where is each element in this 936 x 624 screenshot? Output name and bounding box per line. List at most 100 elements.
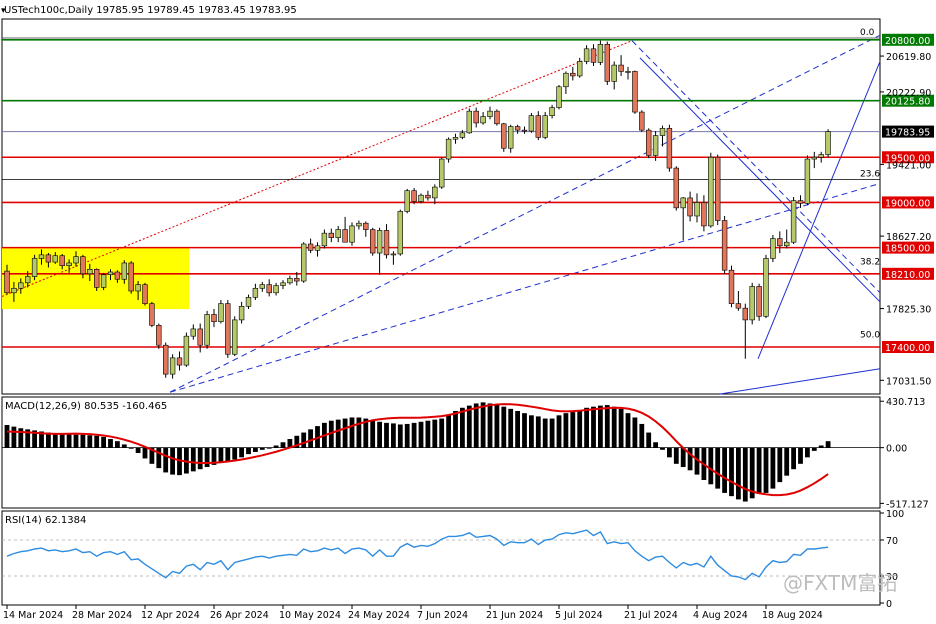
macd-bar [115, 441, 120, 448]
candle-body [11, 287, 17, 294]
macd-bar [549, 418, 555, 448]
macd-pane-frame [1, 396, 881, 509]
price-pane[interactable]: 0.023.638.250.0 20800.0020125.8019500.00… [1, 5, 934, 395]
macd-bar [708, 447, 714, 485]
candle-body [245, 297, 252, 307]
price-tick-label: 17031.50 [886, 376, 931, 387]
macd-bar [729, 447, 734, 497]
macd-bar [370, 420, 376, 448]
time-tick-label: 4 Aug 2024 [693, 610, 748, 621]
macd-bar [384, 422, 389, 448]
candle-body [487, 110, 493, 117]
candle-body [639, 111, 645, 131]
price-tick-label: 18627.20 [886, 232, 931, 243]
macd-bar [425, 420, 431, 448]
candle-body [404, 190, 410, 212]
macd-bar [777, 447, 783, 483]
candle-body [321, 232, 328, 247]
macd-bar [439, 418, 445, 448]
rsi-pane[interactable]: 10070300 RSI(14) 62.1384 @FXTM富拓 [1, 509, 904, 610]
macd-bar [770, 447, 776, 489]
candle-body [701, 202, 707, 227]
level-label: 18500.00 [885, 244, 930, 255]
macd-bar [791, 447, 796, 470]
macd-bar [135, 447, 141, 454]
macd-bar [825, 441, 831, 448]
candle-body [777, 238, 783, 247]
candle-body [514, 126, 521, 131]
macd-bar [687, 447, 693, 471]
time-tick-label: 12 Apr 2024 [141, 610, 200, 621]
candle-body [280, 282, 286, 286]
macd-bar [142, 447, 148, 459]
candle-body [708, 156, 714, 227]
macd-title: MACD(12,26,9) 80.535 -160.465 [5, 401, 167, 412]
level-label: 17400.00 [885, 343, 930, 354]
macd-pane[interactable]: 430.7130.00-517.127 MACD(12,26,9) 80.535… [1, 396, 929, 510]
macd-bar [529, 415, 534, 448]
macd-bar [197, 447, 203, 470]
candle-body [369, 229, 376, 254]
candle-body [742, 307, 749, 321]
time-tick-label: 26 Apr 2024 [210, 610, 269, 621]
macd-bar [570, 412, 576, 448]
candle-body [156, 325, 162, 346]
macd-bar [11, 426, 17, 448]
macd-bar [818, 445, 824, 448]
candle-body [597, 44, 604, 63]
candle-body [542, 115, 548, 138]
macd-bar [356, 417, 362, 448]
macd-bar [121, 444, 127, 448]
macd-bar [784, 447, 790, 476]
candle-body [18, 282, 24, 289]
macd-bar [639, 423, 645, 448]
macd-bar [308, 429, 313, 448]
candle-body [680, 197, 686, 209]
candle-body [521, 129, 528, 132]
candle-body [770, 238, 776, 259]
candle-body [73, 256, 79, 264]
candle-body [666, 128, 673, 169]
candle-body [314, 245, 321, 251]
macd-bar [404, 423, 410, 448]
candle-body [135, 284, 141, 292]
macd-bar [259, 447, 265, 450]
candle-body [652, 135, 659, 156]
price-pane-frame [1, 18, 881, 395]
level-label: 18210.00 [885, 270, 930, 281]
trading-chart[interactable]: 0.023.638.250.0 20800.0020125.8019500.00… [0, 0, 936, 624]
candle-body [473, 110, 479, 124]
macd-bar [473, 403, 479, 448]
candle-body [418, 194, 424, 202]
fib-label: 50.0 [860, 331, 880, 341]
macd-bar [625, 413, 631, 448]
candle-body [549, 107, 555, 116]
macd-bar [246, 447, 251, 455]
macd-bar [108, 439, 113, 448]
macd-bar [494, 404, 500, 448]
candle-body [535, 115, 542, 138]
macd-bar [535, 416, 541, 448]
candle-body [121, 262, 128, 280]
candle-body [625, 71, 631, 73]
macd-bar [239, 447, 244, 458]
candle-body [501, 123, 507, 149]
macd-bar [101, 436, 106, 448]
candle-body [438, 158, 445, 188]
macd-bar [466, 405, 472, 448]
macd-bar [763, 447, 769, 493]
macd-bar [736, 447, 741, 500]
price-tick-label: 20222.90 [886, 88, 931, 99]
macd-bar [418, 421, 424, 448]
candle-body [211, 314, 217, 323]
candle-body [659, 128, 666, 136]
collapse-icon[interactable]: ▾ [1, 6, 6, 16]
macd-bar [391, 423, 396, 448]
watermark: @FXTM富拓 [783, 571, 897, 595]
candle-body [238, 306, 245, 321]
symbol-info: USTech100c,Daily 19785.95 19789.45 19783… [4, 5, 297, 16]
candle-body [645, 129, 652, 156]
price-tick-label: 20619.80 [886, 52, 931, 63]
macd-bar [660, 447, 665, 450]
macd-bar [432, 419, 438, 448]
